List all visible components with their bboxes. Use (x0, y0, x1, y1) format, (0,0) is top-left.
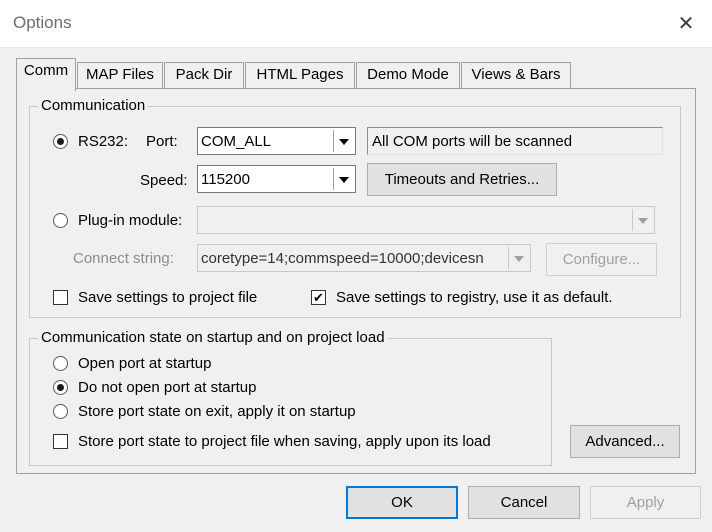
store-project-checkbox[interactable] (53, 434, 68, 449)
comm-tab-panel: Communication RS232: Port: COM_ALL All C… (16, 88, 696, 474)
ok-button[interactable]: OK (346, 486, 458, 519)
radio-selected-dot (57, 138, 64, 145)
advanced-label: Advanced... (585, 433, 665, 450)
connect-string-value: coretype=14;commspeed=10000;devicesn (201, 250, 484, 267)
do-not-open-label: Do not open port at startup (78, 379, 257, 396)
tab-demo-mode[interactable]: Demo Mode (356, 62, 460, 89)
radio-selected-dot (57, 384, 64, 391)
tab-label: Pack Dir (175, 66, 233, 83)
save-project-checkbox[interactable] (53, 290, 68, 305)
tab-map-files[interactable]: MAP Files (77, 62, 163, 89)
timeouts-retries-button[interactable]: Timeouts and Retries... (367, 163, 557, 196)
timeouts-retries-label: Timeouts and Retries... (384, 171, 540, 188)
connect-string-select[interactable]: coretype=14;commspeed=10000;devicesn (197, 244, 531, 272)
tab-html-pages[interactable]: HTML Pages (245, 62, 355, 89)
port-info-field: All COM ports will be scanned (367, 127, 663, 155)
chevron-down-icon[interactable] (508, 247, 528, 269)
configure-label: Configure... (562, 251, 641, 268)
open-port-radio[interactable] (53, 356, 68, 371)
store-project-label: Store port state to project file when sa… (78, 433, 491, 450)
tab-label: MAP Files (85, 66, 155, 83)
save-registry-label: Save settings to registry, use it as def… (336, 289, 613, 306)
plugin-radio[interactable] (53, 213, 68, 228)
close-icon[interactable]: ✕ (672, 10, 700, 38)
open-port-label: Open port at startup (78, 355, 212, 372)
configure-button[interactable]: Configure... (546, 243, 657, 276)
apply-button[interactable]: Apply (590, 486, 701, 519)
chevron-down-icon[interactable] (632, 209, 652, 231)
rs232-label: RS232: (78, 133, 129, 150)
checkmark-icon: ✔ (313, 290, 324, 305)
rs232-radio[interactable] (53, 134, 68, 149)
store-state-radio[interactable] (53, 404, 68, 419)
advanced-button[interactable]: Advanced... (570, 425, 680, 458)
store-state-label: Store port state on exit, apply it on st… (78, 403, 356, 420)
window-title: Options (13, 13, 72, 32)
cancel-label: Cancel (500, 494, 548, 511)
chevron-down-icon[interactable] (333, 168, 353, 190)
port-value: COM_ALL (201, 133, 272, 150)
plugin-select[interactable] (197, 206, 655, 234)
ok-label: OK (391, 494, 413, 511)
title-bar: Options ✕ (0, 0, 712, 48)
do-not-open-radio[interactable] (53, 380, 68, 395)
cancel-button[interactable]: Cancel (468, 486, 580, 519)
connect-string-label: Connect string: (73, 250, 174, 267)
port-select[interactable]: COM_ALL (197, 127, 356, 155)
tab-pack-dir[interactable]: Pack Dir (164, 62, 244, 89)
save-registry-checkbox[interactable]: ✔ (311, 290, 326, 305)
apply-label: Apply (626, 494, 665, 511)
startup-group-label: Communication state on startup and on pr… (38, 329, 388, 346)
tab-label: Comm (23, 62, 69, 79)
speed-select[interactable]: 115200 (197, 165, 356, 193)
tab-label: HTML Pages (256, 66, 344, 83)
communication-group-label: Communication (38, 97, 149, 114)
tab-comm[interactable]: Comm (16, 58, 76, 91)
port-label: Port: (146, 133, 178, 150)
speed-value: 115200 (201, 171, 250, 188)
port-info-text: All COM ports will be scanned (372, 133, 573, 150)
plugin-label: Plug-in module: (78, 212, 183, 229)
save-project-label: Save settings to project file (78, 289, 258, 306)
chevron-down-icon[interactable] (333, 130, 353, 152)
speed-label: Speed: (140, 172, 188, 189)
tab-label: Views & Bars (471, 66, 561, 83)
tab-label: Demo Mode (367, 66, 449, 83)
tab-views-bars[interactable]: Views & Bars (461, 62, 571, 89)
